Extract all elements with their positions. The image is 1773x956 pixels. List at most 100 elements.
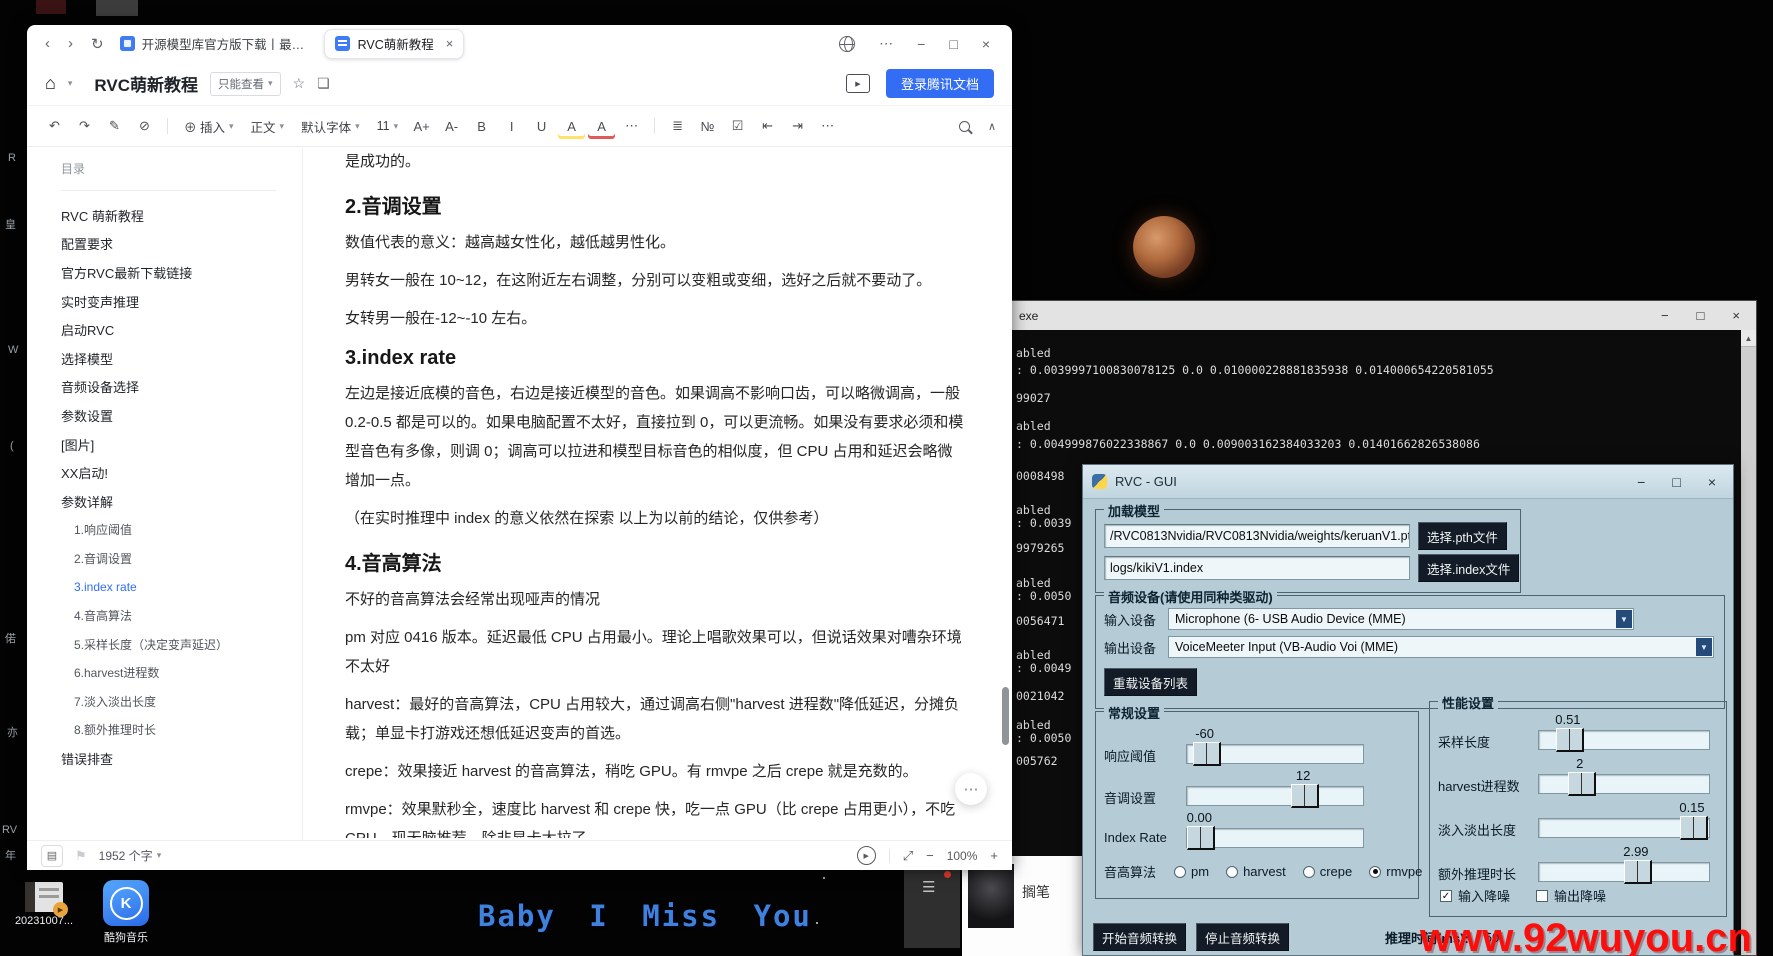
back-icon[interactable]: ‹ [45, 35, 50, 52]
browser-close-button[interactable]: × [982, 36, 990, 52]
outline-item[interactable]: [图片] [61, 430, 302, 459]
reload-devices-button[interactable]: 重载设备列表 [1104, 668, 1197, 696]
slider-track[interactable]: 0.51 [1538, 730, 1710, 750]
miniplayer-panel[interactable]: 搁笔 [962, 856, 1082, 956]
outline-item[interactable]: 音频设备选择 [61, 373, 302, 402]
outline-item[interactable]: 8.额外推理时长 [61, 716, 302, 745]
home-caret-icon[interactable]: ▾ [68, 78, 73, 89]
outline-item[interactable]: XX启动! [61, 458, 302, 487]
outline-item[interactable]: 实时变声推理 [61, 287, 302, 316]
pitch-algo-radio[interactable]: rmvpe [1369, 864, 1422, 879]
browser-minimize-button[interactable]: − [917, 36, 925, 52]
browser-menu-icon[interactable]: ⋯ [879, 35, 893, 52]
outdent-icon[interactable]: ⇤ [754, 113, 781, 139]
outline-item[interactable]: 1.响应阈值 [61, 516, 302, 545]
font-family-select[interactable]: 默认字体 [294, 117, 367, 136]
star-icon[interactable]: ☆ [293, 75, 306, 92]
zoom-out-icon[interactable]: − [926, 848, 934, 863]
browser-tab-rvc-doc[interactable]: RVC萌新教程 × [324, 29, 465, 59]
slider-track[interactable]: 0.00 [1186, 828, 1364, 848]
underline-icon[interactable]: U [528, 113, 555, 139]
redo-icon[interactable]: ↷ [71, 113, 98, 139]
console-scrollbar[interactable]: ▲ [1741, 330, 1756, 955]
output-device-select[interactable]: VoiceMeeter Input (VB-Audio Voi (MME) ▼ [1168, 636, 1714, 658]
collapse-toolbar-icon[interactable]: ∧ [988, 120, 996, 133]
stop-conversion-button[interactable]: 停止音频转换 [1196, 923, 1289, 951]
fullscreen-icon[interactable]: ⤢ [903, 848, 913, 864]
outline-item[interactable]: 选择模型 [61, 344, 302, 373]
reload-icon[interactable]: ↻ [91, 35, 104, 53]
slider-handle[interactable] [1193, 742, 1221, 766]
bold-icon[interactable]: B [468, 113, 495, 139]
console-titlebar[interactable]: exe − □ × [1011, 301, 1756, 330]
desktop-icon-video-file[interactable]: ▶ 20231007... [12, 882, 76, 927]
flag-icon[interactable]: ⚑ [75, 848, 87, 864]
tab-close-icon[interactable]: × [446, 36, 454, 51]
zoom-level[interactable]: 100% [947, 849, 978, 863]
choose-index-button[interactable]: 选择.index文件 [1418, 554, 1519, 582]
undo-icon[interactable]: ↶ [41, 113, 68, 139]
scroll-up-icon[interactable]: ▲ [1741, 330, 1756, 347]
format-painter-icon[interactable]: ✎ [101, 113, 128, 139]
search-icon[interactable] [959, 121, 970, 132]
outline-item[interactable]: 官方RVC最新下载链接 [61, 258, 302, 287]
slider-handle[interactable] [1680, 816, 1708, 840]
outline-item[interactable]: RVC 萌新教程 [61, 201, 302, 230]
rvc-titlebar[interactable]: RVC - GUI − □ × [1083, 465, 1733, 499]
index-path-field[interactable]: logs/kikiV1.index [1104, 556, 1410, 580]
dropdown-arrow-icon[interactable]: ▼ [1616, 610, 1632, 628]
italic-icon[interactable]: I [498, 113, 525, 139]
slider-handle[interactable] [1187, 826, 1215, 850]
outline-item[interactable]: 配置要求 [61, 230, 302, 259]
rvc-minimize-button[interactable]: − [1637, 474, 1645, 490]
clear-format-icon[interactable]: ⊘ [131, 113, 158, 139]
slider-handle[interactable] [1556, 728, 1584, 752]
browser-maximize-button[interactable]: □ [949, 36, 957, 52]
font-size-select[interactable]: 11 [370, 119, 406, 133]
slider-handle[interactable] [1624, 860, 1652, 884]
miniplayer-menu-panel[interactable]: ☰ [904, 860, 960, 948]
home-icon[interactable]: ⌂ [45, 73, 56, 94]
console-minimize-button[interactable]: − [1661, 308, 1669, 323]
new-doc-icon[interactable]: ❏ [317, 75, 330, 92]
outline-item[interactable]: 错误排查 [61, 744, 302, 773]
pitch-algo-radio[interactable]: harvest [1226, 864, 1286, 879]
toolbar-more-icon[interactable]: ⋯ [814, 113, 841, 139]
pitch-algo-radio[interactable]: crepe [1303, 864, 1353, 879]
denoise-checkbox[interactable]: ✓ 输入降噪 [1440, 886, 1510, 905]
slider-handle[interactable] [1291, 784, 1319, 808]
rvc-maximize-button[interactable]: □ [1672, 474, 1680, 490]
outline-toggle-icon[interactable]: ▤ [41, 845, 63, 867]
toolbar-divider[interactable] [654, 118, 655, 134]
zoom-in-icon[interactable]: + [990, 848, 998, 863]
more-format-icon[interactable]: ⋯ [618, 113, 645, 139]
indent-icon[interactable]: ⇥ [784, 113, 811, 139]
login-button[interactable]: 登录腾讯文档 [886, 69, 994, 98]
play-demo-icon[interactable]: ▶ [857, 846, 876, 865]
console-maximize-button[interactable]: □ [1697, 308, 1705, 323]
browser-tab-model-site[interactable]: 开源模型库官方版下载丨最新版下 [120, 34, 312, 53]
numbered-list-icon[interactable]: № [694, 113, 721, 139]
slider-track[interactable]: -60 [1186, 744, 1364, 764]
outline-item[interactable]: 7.淡入淡出长度 [61, 687, 302, 716]
slider-track[interactable]: 12 [1186, 786, 1364, 806]
floating-more-button[interactable]: ⋯ [955, 773, 987, 805]
input-device-select[interactable]: Microphone (6- USB Audio Device (MME) ▼ [1168, 608, 1634, 630]
outline-item[interactable]: 参数设置 [61, 401, 302, 430]
outline-item[interactable]: 4.音高算法 [61, 601, 302, 630]
outline-item[interactable]: 3.index rate [61, 573, 302, 602]
increase-font-icon[interactable]: A+ [408, 113, 435, 139]
slider-track[interactable]: 2.99 [1538, 862, 1710, 882]
dropdown-arrow-icon[interactable]: ▼ [1696, 638, 1712, 656]
checklist-icon[interactable]: ☑ [724, 113, 751, 139]
slider-track[interactable]: 2 [1538, 774, 1710, 794]
slider-handle[interactable] [1568, 772, 1596, 796]
start-conversion-button[interactable]: 开始音频转换 [1093, 923, 1186, 951]
doc-scrollbar-thumb[interactable] [1002, 687, 1009, 745]
denoise-checkbox[interactable]: 输出降噪 [1536, 886, 1606, 905]
rvc-close-button[interactable]: × [1708, 474, 1716, 490]
pth-path-field[interactable]: /RVC0813Nvidia/RVC0813Nvidia/weights/ker… [1104, 524, 1410, 548]
console-close-button[interactable]: × [1732, 308, 1740, 323]
pitch-algo-radio[interactable]: pm [1174, 864, 1209, 879]
choose-pth-button[interactable]: 选择.pth文件 [1418, 522, 1507, 550]
